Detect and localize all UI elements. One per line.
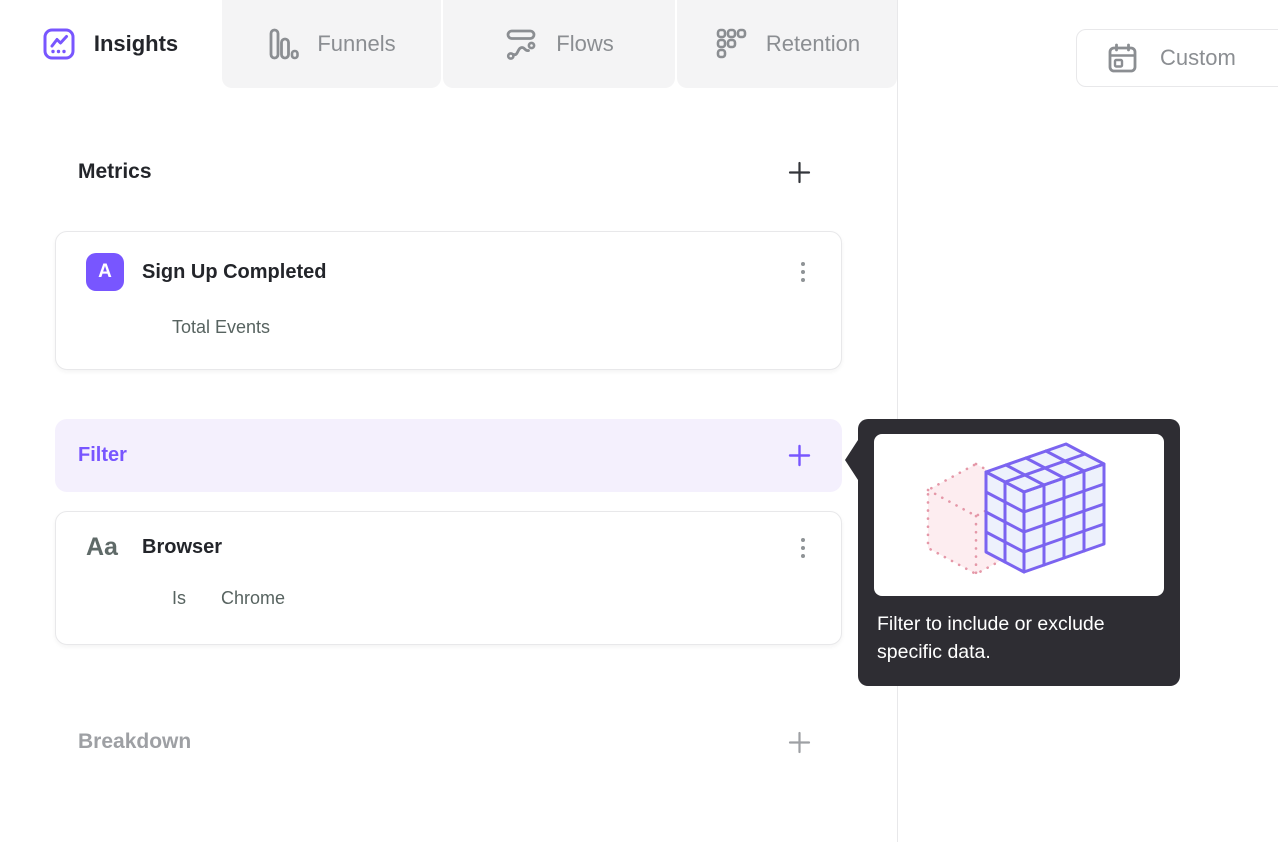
add-breakdown-button[interactable] [786, 729, 812, 755]
funnels-bars-icon [267, 27, 300, 61]
metrics-section-header: Metrics [55, 152, 842, 192]
date-range-custom-button[interactable]: Custom [1076, 29, 1278, 87]
tab-funnels-label: Funnels [317, 31, 396, 56]
string-property-icon: Aa [86, 533, 118, 561]
filter-card-browser[interactable]: Aa Browser Is Chrome [55, 511, 842, 645]
tab-retention[interactable]: Retention [677, 0, 897, 88]
filter-title: Filter [78, 444, 127, 466]
tab-flows[interactable]: Flows [443, 0, 675, 88]
filter-property-name: Browser [142, 536, 223, 558]
retention-dots-icon [714, 27, 748, 61]
tab-insights[interactable]: Insights [0, 0, 220, 88]
query-builder-panel: Metrics A Sign Up Completed Total Events… [55, 88, 842, 762]
tab-flows-label: Flows [556, 31, 614, 56]
tooltip-text: Filter to include or exclude specific da… [877, 613, 1105, 663]
breakdown-section-header: Breakdown [55, 722, 842, 762]
analysis-tabbar: Insights Funnels Flows Retention [0, 0, 897, 88]
metric-letter-badge: A [86, 253, 124, 291]
calendar-icon [1106, 42, 1139, 75]
filter-cube-illustration [874, 434, 1164, 596]
tab-insights-label: Insights [93, 31, 179, 56]
breakdown-title: Breakdown [78, 730, 192, 753]
filter-help-tooltip: Filter to include or exclude specific da… [845, 419, 1180, 686]
filter-value[interactable]: Chrome [221, 588, 285, 608]
insights-chart-icon [42, 27, 76, 61]
flows-wave-icon [504, 27, 538, 61]
add-filter-button[interactable] [786, 443, 812, 469]
add-metric-button[interactable] [786, 159, 812, 185]
filter-section-row[interactable]: Filter [55, 419, 842, 492]
metric-card-sign-up-completed[interactable]: A Sign Up Completed Total Events [55, 231, 842, 370]
tab-retention-label: Retention [765, 31, 861, 56]
filter-operator[interactable]: Is [172, 588, 186, 609]
metrics-title: Metrics [78, 160, 152, 183]
kebab-menu-icon[interactable] [791, 536, 815, 560]
tooltip-arrow-icon [845, 440, 858, 480]
date-range-label: Custom [1160, 45, 1236, 70]
metric-name: Sign Up Completed [142, 260, 327, 283]
kebab-menu-icon[interactable] [791, 260, 815, 284]
tab-funnels[interactable]: Funnels [222, 0, 441, 88]
metric-aggregation[interactable]: Total Events [172, 317, 815, 338]
